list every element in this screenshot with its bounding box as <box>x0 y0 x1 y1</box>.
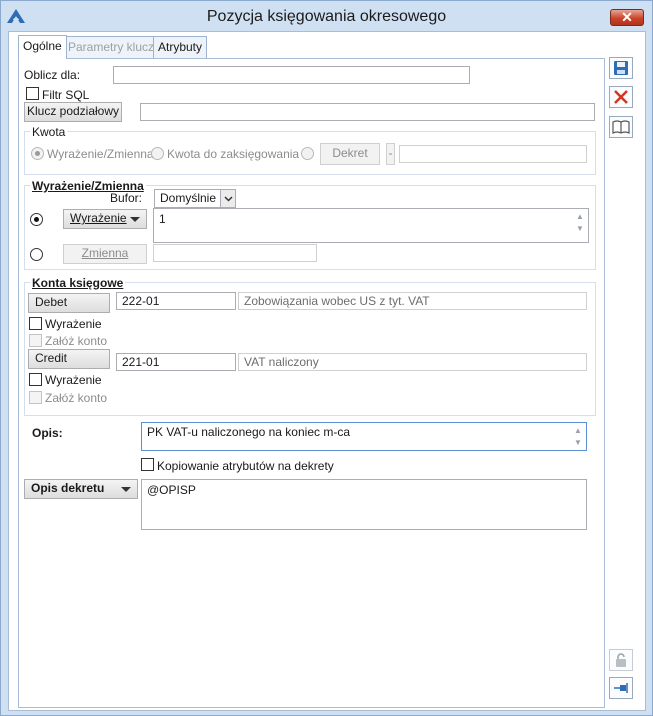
oblicz-dla-input[interactable] <box>113 66 470 84</box>
window-title: Pozycja księgowania okresowego <box>206 8 447 25</box>
zmienna-button-label: Zmienna <box>81 246 129 260</box>
credit-wyrazenie-checkbox[interactable] <box>29 373 42 386</box>
title-bar: Pozycja księgowania okresowego ✕ <box>1 1 652 31</box>
debet-zaloz-konto-checkbox <box>29 334 42 347</box>
konta-ksiegowe-title: Konta księgowe <box>30 276 126 290</box>
kwota-wyrazenie-label: Wyrażenie/Zmienna <box>47 147 154 161</box>
book-button[interactable] <box>609 116 633 138</box>
zmienna-radio[interactable] <box>30 248 43 261</box>
dialog-window: Pozycja księgowania okresowego ✕ Ogólne … <box>0 0 653 716</box>
close-button[interactable]: ✕ <box>610 9 644 26</box>
klucz-podzialowy-button[interactable]: Klucz podziałowy <box>24 102 122 122</box>
tab-atrybuty[interactable]: Atrybuty <box>153 36 208 58</box>
debet-button-label: Debet <box>35 295 68 309</box>
wyrazenie-button[interactable]: Wyrażenie <box>63 209 147 229</box>
credit-account-description: VAT naliczony <box>238 353 587 371</box>
bufor-value: Domyślnie <box>160 191 217 205</box>
cancel-icon <box>614 90 628 104</box>
credit-button-label: Credit <box>35 351 68 365</box>
dialog-body: Ogólne Parametry klucza Atrybuty Oblicz … <box>8 31 646 711</box>
bufor-select[interactable]: Domyślnie <box>154 189 236 208</box>
debet-account-input[interactable]: 222-01 <box>116 292 236 310</box>
zmienna-input <box>153 244 317 262</box>
debet-zaloz-konto-label: Załóż konto <box>45 334 108 348</box>
save-icon <box>614 61 628 75</box>
kopiowanie-atrybutow-label: Kopiowanie atrybutów na dekrety <box>157 459 334 473</box>
pin-icon <box>614 683 628 693</box>
tab-parametry-klucza: Parametry klucza <box>63 36 166 58</box>
lock-icon <box>616 653 626 667</box>
wyrazenie-radio[interactable] <box>30 213 43 226</box>
wyrazenie-scrollbar[interactable]: ▲ ▼ <box>575 211 585 235</box>
dekret-button: Dekret <box>320 143 380 165</box>
book-icon <box>612 120 630 134</box>
debet-wyrazenie-label: Wyrażenie <box>45 317 102 331</box>
oblicz-dla-label: Oblicz dla: <box>24 68 81 82</box>
debet-button[interactable]: Debet <box>28 293 110 313</box>
bufor-chevron-down-icon[interactable] <box>220 190 235 207</box>
credit-button[interactable]: Credit <box>28 349 110 369</box>
kwota-do-zaksiegowania-label: Kwota do zaksięgowania <box>167 147 300 161</box>
opis-dekretu-textarea[interactable]: @OPISP <box>141 479 587 530</box>
credit-account-input[interactable]: 221-01 <box>116 353 236 371</box>
credit-zaloz-konto-checkbox <box>29 391 42 404</box>
tab-ogolne[interactable]: Ogólne <box>18 35 67 59</box>
wyrazenie-caret-icon <box>130 217 140 222</box>
lock-button[interactable] <box>609 649 633 671</box>
opis-dekretu-value: @OPISP <box>147 483 196 497</box>
credit-zaloz-konto-label: Załóż konto <box>45 391 108 405</box>
opis-value: PK VAT-u naliczonego na koniec m-ca <box>147 425 350 439</box>
filtr-sql-label: Filtr SQL <box>42 88 90 102</box>
opis-scrollbar[interactable]: ▲ ▼ <box>573 425 583 449</box>
filtr-sql-checkbox[interactable] <box>26 87 39 100</box>
zmienna-button: Zmienna <box>63 244 147 264</box>
wyrazenie-button-label: Wyrażenie <box>70 211 127 225</box>
save-button[interactable] <box>609 57 633 79</box>
pin-button[interactable] <box>609 677 633 699</box>
bufor-label: Bufor: <box>110 191 143 205</box>
debet-account-description: Zobowiązania wobec US z tyt. VAT <box>238 292 587 310</box>
opis-dekretu-caret-icon <box>121 487 131 492</box>
kwota-dekret-radio <box>301 147 314 160</box>
debet-wyrazenie-checkbox[interactable] <box>29 317 42 330</box>
opis-dekretu-button[interactable]: Opis dekretu <box>24 479 138 499</box>
klucz-podzialowy-input[interactable] <box>140 103 595 121</box>
dekret-minus-button: - <box>386 143 395 165</box>
credit-wyrazenie-label: Wyrażenie <box>45 373 102 387</box>
tab-panel-ogolne: Oblicz dla: Filtr SQL Klucz podziałowy K… <box>18 58 605 708</box>
kwota-do-zaksiegowania-radio <box>151 147 164 160</box>
opis-dekretu-button-label: Opis dekretu <box>31 481 105 495</box>
opis-label: Opis: <box>32 426 63 440</box>
kwota-title: Kwota <box>30 125 68 139</box>
kwota-wyrazenie-radio <box>31 147 44 160</box>
wyrazenie-textarea[interactable]: 1 ▲ ▼ <box>153 208 589 243</box>
dekret-input <box>399 145 587 163</box>
cancel-button[interactable] <box>609 86 633 108</box>
kopiowanie-atrybutow-checkbox[interactable] <box>141 458 154 471</box>
wyrazenie-value: 1 <box>159 212 166 226</box>
opis-textarea[interactable]: PK VAT-u naliczonego na koniec m-ca ▲ ▼ <box>141 422 587 451</box>
